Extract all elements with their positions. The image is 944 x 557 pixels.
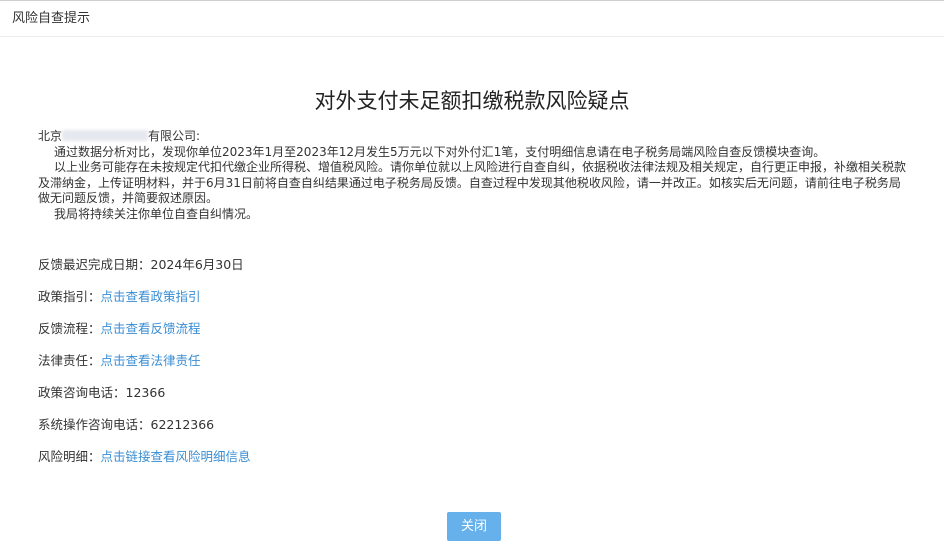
notice-paragraph-2: 以上业务可能存在未按规定代扣代缴企业所得税、增值税风险。请你单位就以上风险进行自… — [38, 160, 907, 205]
system-phone-value: 62212366 — [150, 417, 215, 432]
deadline-row: 反馈最迟完成日期：2024年6月30日 — [38, 257, 898, 289]
feedback-process-link[interactable]: 点击查看反馈流程 — [101, 321, 201, 336]
risk-self-check-dialog: 风险自查提示 对外支付未足额扣缴税款风险疑点 北京 有限公司: 通过数据分析对比，… — [0, 0, 944, 557]
risk-detail-row: 风险明细：点击链接查看风险明细信息 — [38, 449, 898, 481]
notice-heading: 对外支付未足额扣缴税款风险疑点 — [314, 89, 630, 113]
company-prefix: 北京 — [38, 129, 63, 143]
company-suffix: 有限公司: — [148, 129, 201, 143]
redacted-company-name — [62, 130, 149, 141]
policy-guide-link[interactable]: 点击查看政策指引 — [101, 289, 201, 304]
legal-liability-link[interactable]: 点击查看法律责任 — [101, 353, 201, 368]
feedback-process-label: 反馈流程： — [38, 321, 101, 336]
policy-phone-value: 12366 — [125, 385, 166, 400]
notice-paragraph-3: 我局将持续关注你单位自查自纠情况。 — [54, 206, 259, 221]
notice-letter: 北京 有限公司: 通过数据分析对比，发现你单位2023年1月至2023年12月发生… — [38, 129, 908, 222]
policy-phone-label: 政策咨询电话： — [38, 385, 126, 400]
notice-paragraph-1: 通过数据分析对比，发现你单位2023年1月至2023年12月发生5万元以下对外付… — [54, 144, 826, 159]
dialog-header: 风险自查提示 — [0, 1, 944, 37]
policy-guide-row: 政策指引：点击查看政策指引 — [38, 289, 898, 321]
system-phone-row: 系统操作咨询电话：62212366 — [38, 417, 898, 449]
system-phone-label: 系统操作咨询电话： — [38, 417, 151, 432]
legal-liability-label: 法律责任： — [38, 353, 101, 368]
deadline-value: 2024年6月30日 — [150, 257, 244, 272]
deadline-label: 反馈最迟完成日期： — [38, 257, 151, 272]
close-button[interactable]: 关闭 — [447, 512, 501, 541]
policy-guide-label: 政策指引： — [38, 289, 101, 304]
legal-liability-row: 法律责任：点击查看法律责任 — [38, 353, 898, 385]
salutation: 北京 有限公司: — [38, 129, 908, 145]
info-list: 反馈最迟完成日期：2024年6月30日 政策指引：点击查看政策指引 反馈流程：点… — [38, 257, 898, 481]
dialog-title: 风险自查提示 — [12, 11, 91, 26]
feedback-process-row: 反馈流程：点击查看反馈流程 — [38, 321, 898, 353]
policy-phone-row: 政策咨询电话：12366 — [38, 385, 898, 417]
risk-detail-label: 风险明细： — [38, 449, 101, 464]
risk-detail-link[interactable]: 点击链接查看风险明细信息 — [101, 449, 251, 464]
